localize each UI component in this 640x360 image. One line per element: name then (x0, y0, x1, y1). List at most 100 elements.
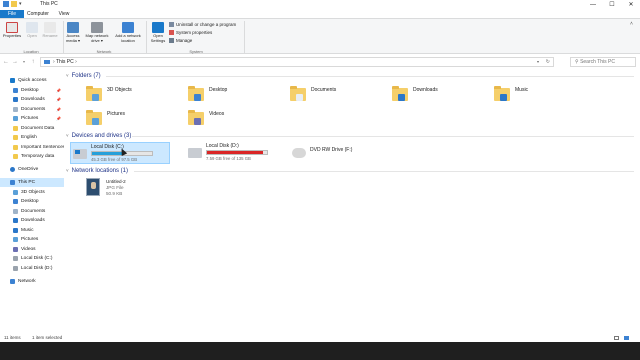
folder-downloads[interactable]: Downloads (392, 86, 488, 108)
group-location-label: Location (23, 49, 39, 54)
sidebar-item-label: Music (21, 227, 34, 233)
details-view-icon[interactable] (614, 336, 619, 340)
sidebar-item-3d-objects[interactable]: 3D Objects (0, 188, 64, 197)
sidebar-item-pc-downloads[interactable]: Downloads (0, 216, 64, 225)
section-header-network[interactable]: ˅ Network locations (1) (66, 167, 636, 175)
open-icon (26, 22, 38, 33)
sidebar-item-label: Downloads (21, 218, 45, 223)
large-icons-view-icon[interactable] (624, 336, 629, 340)
open-button[interactable]: Open (24, 22, 40, 39)
sidebar-item-local-disk-c[interactable]: Local Disk (C:) (0, 254, 64, 263)
rename-label: Rename (42, 33, 58, 38)
sidebar-item-temporary-data[interactable]: Temporary data (0, 152, 64, 161)
folder-label: Videos (209, 111, 225, 117)
sidebar-item-label: Documents (21, 208, 46, 214)
folder-label: Desktop (209, 87, 228, 93)
content-pane: ˅ Folders (7) 3D Objects Desktop Document… (64, 68, 640, 334)
folder-label: Pictures (107, 111, 126, 117)
sidebar-item-pc-desktop[interactable]: Desktop (0, 197, 64, 206)
quick-access-dropdown-icon[interactable]: ▾ (19, 1, 25, 7)
sidebar-item-english[interactable]: English (0, 133, 64, 142)
folder-desktop[interactable]: Desktop (188, 86, 284, 108)
folder-pictures[interactable]: Pictures (86, 110, 182, 132)
folder-icon (13, 125, 18, 131)
sidebar-item-network[interactable]: Network (0, 277, 64, 286)
ribbon-separator (146, 21, 147, 53)
forward-icon[interactable]: → (11, 58, 19, 66)
section-header-devices[interactable]: ˅ Devices and drives (3) (66, 132, 636, 140)
check-icon (169, 30, 174, 36)
add-network-location-button[interactable]: Add a network location (112, 22, 144, 43)
access-media-button[interactable]: Access media ▾ (64, 22, 82, 43)
up-icon[interactable]: ↑ (29, 58, 37, 66)
sidebar-item-pc-pictures[interactable]: Pictures (0, 235, 64, 244)
sidebar-item-documents[interactable]: Documents 📌 (0, 105, 64, 114)
address-dropdown-icon[interactable]: ▾ (537, 58, 539, 66)
drive-dvd-rw[interactable]: DVD RW Drive (F:) (290, 142, 390, 164)
close-button[interactable]: ✕ (622, 0, 640, 10)
sidebar-item-label: Documents (21, 106, 46, 112)
drive-usage-fill (92, 152, 124, 155)
chevron-down-icon: ˅ (66, 133, 69, 138)
quick-access-toolbar-icon[interactable] (11, 1, 17, 7)
sidebar-item-label: Temporary data (21, 154, 55, 159)
pin-icon[interactable]: 📌 (56, 86, 61, 95)
rename-button[interactable]: Rename (40, 22, 60, 39)
network-item-untitled-2[interactable]: Untitled-2 JPG File 50.9 KB (86, 178, 166, 200)
address-path: This PC (55, 59, 74, 65)
sidebar-item-videos[interactable]: Videos (0, 245, 64, 254)
address-bar[interactable]: › This PC › ▾ ↻ (40, 57, 554, 67)
pin-icon[interactable]: 📌 (56, 95, 61, 104)
sidebar-item-important-sentences[interactable]: Important Sentences (0, 143, 64, 152)
manage-button[interactable]: Manage (169, 37, 192, 44)
drive-local-disk-d[interactable]: Local Disk (D:) 7.59 GB free of 135 GB (186, 142, 286, 164)
map-network-drive-button[interactable]: Map network drive ▾ (82, 22, 112, 43)
sidebar-item-onedrive[interactable]: OneDrive (0, 165, 64, 174)
sidebar-item-pictures[interactable]: Pictures 📌 (0, 114, 64, 123)
gear-icon (152, 22, 164, 33)
sidebar-item-this-pc[interactable]: This PC (0, 178, 64, 187)
folder-documents[interactable]: Documents (290, 86, 386, 108)
ribbon-separator (244, 21, 245, 53)
pin-icon[interactable]: 📌 (56, 105, 61, 114)
drive-icon (188, 148, 202, 158)
item-count: 11 items (4, 335, 21, 340)
section-title: Folders (7) (71, 73, 101, 79)
open-settings-button[interactable]: Open Settings (148, 22, 168, 43)
folder-label: 3D Objects (107, 87, 132, 93)
sidebar-item-document-data[interactable]: Document Data (0, 124, 64, 133)
maximize-button[interactable]: ☐ (603, 0, 621, 10)
folder-3d-objects[interactable]: 3D Objects (86, 86, 182, 108)
folder-videos[interactable]: Videos (188, 110, 284, 132)
sidebar-item-pc-documents[interactable]: Documents (0, 207, 64, 216)
pin-icon[interactable]: 📌 (56, 114, 61, 123)
sidebar-item-music[interactable]: Music (0, 226, 64, 235)
divider (132, 136, 634, 137)
uninstall-program-button[interactable]: Uninstall or change a program (169, 21, 236, 28)
search-input[interactable]: ⚲ Search This PC (570, 57, 636, 67)
recent-locations-icon[interactable]: ▾ (20, 58, 28, 66)
sidebar-item-label: Pictures (21, 237, 39, 242)
sidebar-item-label: Important Sentences (21, 144, 64, 150)
minimize-button[interactable]: — (584, 0, 602, 10)
sidebar-item-downloads[interactable]: Downloads 📌 (0, 95, 64, 104)
back-icon[interactable]: ← (2, 58, 10, 66)
sidebar-item-local-disk-d[interactable]: Local Disk (D:) (0, 264, 64, 273)
download-icon (13, 97, 18, 102)
tab-view[interactable]: View (54, 10, 74, 18)
sidebar-item-label: English (21, 135, 37, 140)
sidebar-item-label: Document Data (21, 125, 55, 131)
sidebar-item-label: Pictures (21, 116, 39, 121)
tab-file[interactable]: File (0, 10, 24, 18)
network-item-name: Untitled-2 (106, 179, 126, 184)
sidebar-item-desktop[interactable]: Desktop 📌 (0, 86, 64, 95)
tab-computer[interactable]: Computer (26, 10, 50, 18)
system-properties-button[interactable]: System properties (169, 29, 212, 36)
sidebar-item-quick-access[interactable]: Quick access (0, 76, 64, 85)
properties-button[interactable]: Properties (2, 22, 22, 39)
collapse-ribbon-icon[interactable]: ˄ (630, 21, 633, 27)
refresh-icon[interactable]: ↻ (546, 58, 550, 66)
folder-music[interactable]: Music (494, 86, 590, 108)
section-header-folders[interactable]: ˅ Folders (7) (66, 72, 636, 80)
drive-name: Local Disk (D:) (206, 143, 239, 149)
